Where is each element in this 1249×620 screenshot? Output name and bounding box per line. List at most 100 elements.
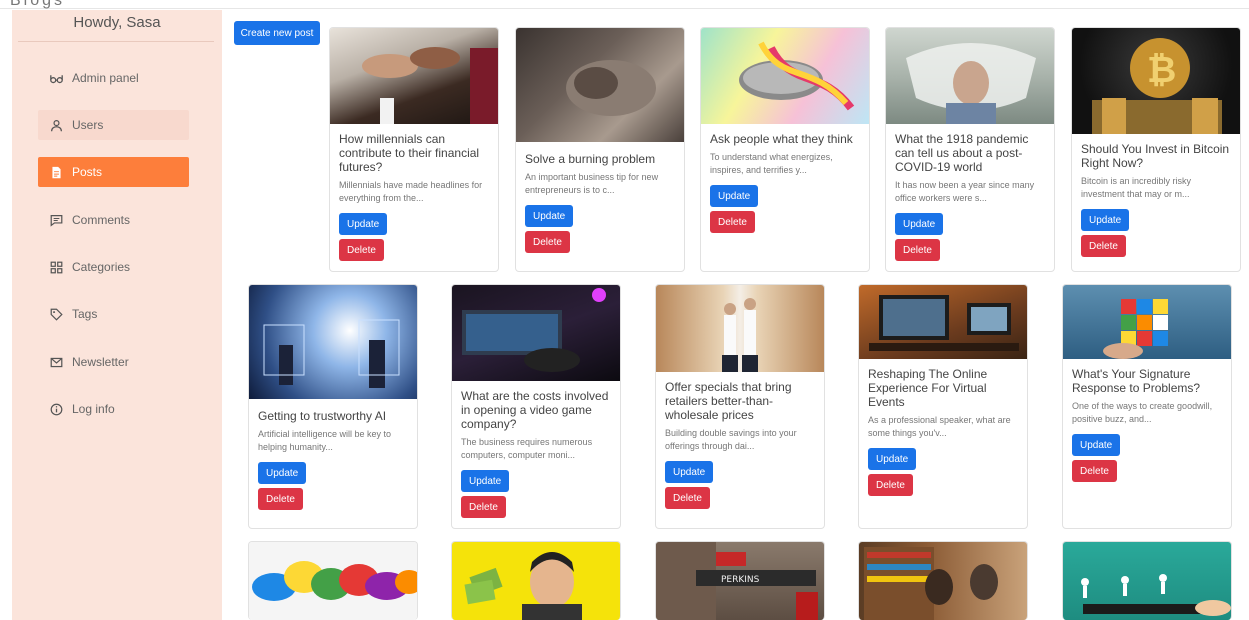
post-card: What are the costs involved in opening a… — [451, 284, 621, 529]
site-logo[interactable]: Blogs — [10, 0, 65, 10]
post-image[interactable] — [1063, 542, 1231, 620]
delete-button[interactable]: Delete — [895, 239, 940, 261]
sidebar-item-label: Comments — [72, 213, 131, 227]
sidebar-item-comments[interactable]: Comments — [38, 205, 189, 235]
sidebar-item-categories[interactable]: Categories — [38, 252, 189, 282]
post-card: Offer specials that bring retailers bett… — [655, 284, 825, 529]
sidebar-item-label: Admin panel — [72, 71, 139, 85]
update-button[interactable]: Update — [895, 213, 944, 235]
post-excerpt: It has now been a year since many office… — [895, 180, 1035, 203]
divider — [18, 41, 214, 42]
post-card: PERKINS — [655, 541, 825, 620]
comment-icon — [50, 214, 72, 227]
delete-button[interactable]: Delete — [339, 239, 384, 261]
post-card: Reshaping The Online Experience For Virt… — [858, 284, 1028, 529]
post-card: Getting to trustworthy AI Artificial int… — [248, 284, 418, 529]
update-button[interactable]: Update — [665, 461, 714, 483]
post-excerpt: Bitcoin is an incredibly risky investmen… — [1081, 176, 1192, 199]
post-card: How millennials can contribute to their … — [329, 27, 499, 272]
post-title: Ask people what they think — [710, 132, 853, 146]
post-title: What's Your Signature Response to Proble… — [1072, 367, 1201, 395]
update-button[interactable]: Update — [461, 470, 510, 492]
sidebar-item-log-info[interactable]: Log info — [38, 394, 189, 424]
update-button[interactable]: Update — [258, 462, 307, 484]
post-title: Solve a burning problem — [525, 152, 656, 166]
post-card — [451, 541, 621, 620]
delete-button[interactable]: Delete — [710, 211, 755, 233]
sidebar-item-label: Categories — [72, 260, 131, 274]
post-image[interactable] — [330, 28, 498, 124]
update-button[interactable]: Update — [1072, 434, 1121, 456]
sidebar-item-users[interactable]: Users — [38, 110, 189, 140]
post-image[interactable] — [1063, 285, 1231, 359]
post-image[interactable] — [249, 542, 417, 620]
grid-icon — [50, 261, 72, 274]
post-image[interactable] — [701, 28, 869, 124]
post-image[interactable] — [452, 542, 620, 620]
post-card: Solve a burning problem An important bus… — [515, 27, 685, 272]
sidebar: Howdy, Sasa Admin panel Users Posts Comm… — [12, 10, 222, 620]
post-excerpt: One of the ways to create goodwill, posi… — [1072, 401, 1213, 424]
post-image[interactable] — [859, 285, 1027, 359]
tag-icon — [50, 308, 72, 321]
post-title: Getting to trustworthy AI — [258, 409, 387, 423]
delete-button[interactable]: Delete — [461, 496, 506, 518]
post-excerpt: To understand what energizes, inspires, … — [710, 152, 833, 175]
delete-button[interactable]: Delete — [525, 231, 570, 253]
sidebar-item-tags[interactable]: Tags — [38, 299, 189, 329]
sidebar-item-posts[interactable]: Posts — [38, 157, 189, 187]
post-card — [1062, 541, 1232, 620]
post-title: Offer specials that bring retailers bett… — [665, 380, 792, 422]
post-image[interactable] — [516, 28, 684, 142]
post-title: Should You Invest in Bitcoin Right Now? — [1081, 142, 1230, 170]
sidebar-item-admin-panel[interactable]: Admin panel — [38, 63, 189, 93]
post-title: What the 1918 pandemic can tell us about… — [895, 132, 1029, 174]
sidebar-item-label: Users — [72, 118, 104, 132]
user-icon — [50, 119, 72, 132]
post-excerpt: Artificial intelligence will be key to h… — [258, 429, 392, 452]
store-sign-text: PERKINS — [721, 575, 760, 585]
update-button[interactable]: Update — [525, 205, 574, 227]
post-image[interactable] — [249, 285, 417, 399]
svg-text:₿: ₿ — [1147, 50, 1176, 91]
post-card: What's Your Signature Response to Proble… — [1062, 284, 1232, 529]
sidebar-item-label: Log info — [72, 402, 115, 416]
post-card: Ask people what they think To understand… — [700, 27, 870, 272]
post-card: ₿ Should You Invest in Bitcoin Right Now… — [1071, 27, 1241, 272]
post-image[interactable] — [859, 542, 1027, 620]
greeting: Howdy, Sasa — [73, 14, 161, 31]
sidebar-item-label: Posts — [72, 165, 103, 179]
update-button[interactable]: Update — [710, 185, 759, 207]
glasses-icon — [50, 72, 72, 85]
post-image[interactable] — [452, 285, 620, 381]
post-excerpt: An important business tip for new entrep… — [525, 172, 659, 195]
post-excerpt: Building double savings into your offeri… — [665, 428, 797, 451]
delete-button[interactable]: Delete — [1081, 235, 1126, 257]
post-excerpt: As a professional speaker, what are some… — [868, 415, 1011, 438]
update-button[interactable]: Update — [868, 448, 917, 470]
post-image[interactable]: PERKINS — [656, 542, 824, 620]
mail-icon — [50, 356, 72, 369]
sidebar-item-newsletter[interactable]: Newsletter — [38, 347, 189, 377]
post-title: Reshaping The Online Experience For Virt… — [868, 367, 988, 409]
update-button[interactable]: Update — [339, 213, 388, 235]
update-button[interactable]: Update — [1081, 209, 1130, 231]
top-bar: Blogs — [0, 0, 1249, 9]
post-image[interactable] — [656, 285, 824, 372]
post-image[interactable] — [886, 28, 1054, 124]
delete-button[interactable]: Delete — [868, 474, 913, 496]
delete-button[interactable]: Delete — [665, 487, 710, 509]
info-icon — [50, 403, 72, 416]
delete-button[interactable]: Delete — [1072, 460, 1117, 482]
delete-button[interactable]: Delete — [258, 488, 303, 510]
post-title: How millennials can contribute to their … — [339, 132, 480, 174]
post-image[interactable]: ₿ — [1072, 28, 1240, 134]
post-excerpt: Millennials have made headlines for ever… — [339, 180, 483, 203]
post-card — [858, 541, 1028, 620]
document-icon — [50, 166, 72, 179]
sidebar-item-label: Tags — [72, 307, 98, 321]
post-card: What the 1918 pandemic can tell us about… — [885, 27, 1055, 272]
create-new-post-button[interactable]: Create new post — [234, 21, 320, 45]
post-excerpt: The business requires numerous computers… — [461, 437, 593, 460]
post-card — [248, 541, 418, 620]
